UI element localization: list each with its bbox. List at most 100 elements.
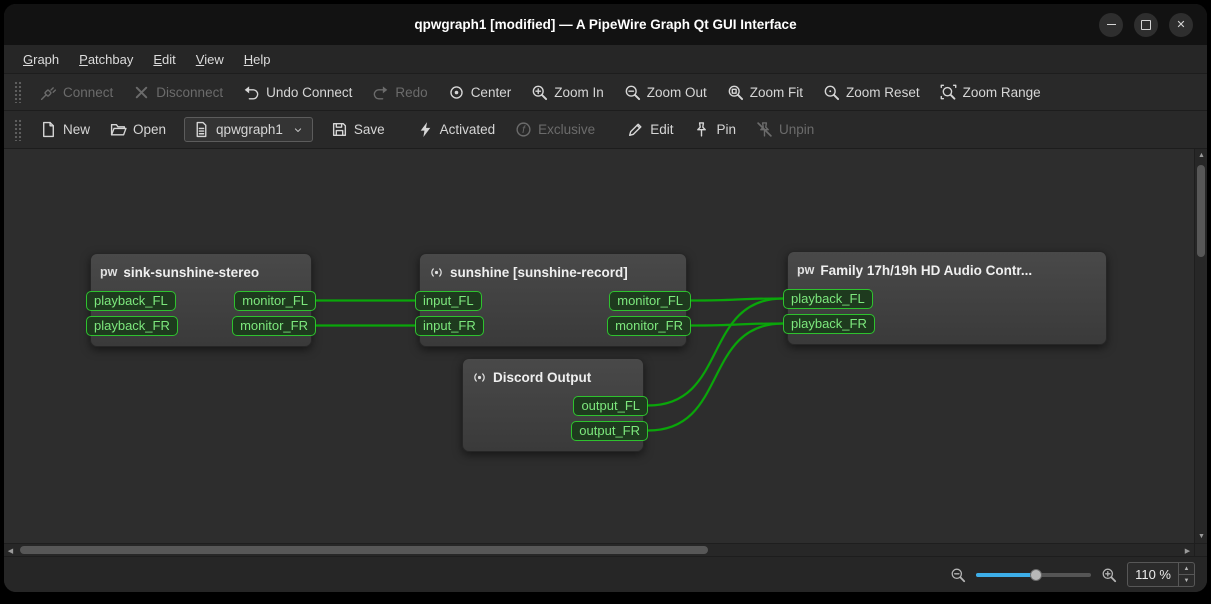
zoom-spinbox[interactable]: 110 % <box>1127 562 1195 587</box>
open-button[interactable]: Open <box>100 116 176 143</box>
scroll-left-icon[interactable] <box>4 544 17 556</box>
broadcast-icon <box>429 265 444 280</box>
horizontal-scrollbar-thumb[interactable] <box>20 546 708 554</box>
vertical-scrollbar[interactable] <box>1194 149 1207 543</box>
pipewire-icon: pw <box>797 264 814 277</box>
menu-help[interactable]: Help <box>235 48 280 71</box>
scroll-down-icon[interactable] <box>1195 530 1207 543</box>
patchbay-file-select[interactable]: qpwgraph1 <box>184 117 313 142</box>
port-sunshine-monitor_FR[interactable]: monitor_FR <box>607 316 691 336</box>
zoom-range-button[interactable]: Zoom Range <box>930 79 1051 106</box>
menu-view[interactable]: View <box>187 48 233 71</box>
port-family-playback_FL[interactable]: playback_FL <box>783 289 873 309</box>
port-sink-playback_FR[interactable]: playback_FR <box>86 316 178 336</box>
port-row: output_FL <box>463 395 643 416</box>
pin-button[interactable]: Pin <box>683 116 746 143</box>
unpin-button[interactable]: Unpin <box>746 116 824 143</box>
vertical-scrollbar-thumb[interactable] <box>1197 165 1205 257</box>
disconnect-button[interactable]: Disconnect <box>123 79 233 106</box>
save-icon <box>331 121 348 138</box>
exclusive-button[interactable]: Exclusive <box>505 116 605 143</box>
broadcast-icon <box>472 370 487 385</box>
maximize-button[interactable] <box>1134 13 1158 37</box>
zoom-decrement-button[interactable] <box>1179 575 1194 586</box>
scroll-up-icon[interactable] <box>1195 149 1207 162</box>
port-row: playback_FRmonitor_FR <box>91 315 311 336</box>
zoom-increment-button[interactable] <box>1179 563 1194 575</box>
zoom-out-label: Zoom Out <box>647 85 707 100</box>
port-row: playback_FLmonitor_FL <box>91 290 311 311</box>
port-sunshine-input_FR[interactable]: input_FR <box>415 316 484 336</box>
zoom-range-label: Zoom Range <box>963 85 1041 100</box>
port-sink-monitor_FR[interactable]: monitor_FR <box>232 316 316 336</box>
node-title-text: Discord Output <box>493 370 591 385</box>
undo-icon <box>243 84 260 101</box>
port-discord-output_FL[interactable]: output_FL <box>573 396 648 416</box>
zoom-out-icon[interactable] <box>950 567 966 583</box>
connect-icon <box>40 84 57 101</box>
zoom-in-icon[interactable] <box>1101 567 1117 583</box>
connect-button[interactable]: Connect <box>30 79 123 106</box>
node-sunshine[interactable]: sunshine [sunshine-record]input_FLmonito… <box>419 253 687 347</box>
scroll-right-icon[interactable] <box>1181 544 1194 556</box>
chevron-down-icon <box>292 124 304 136</box>
port-sink-monitor_FL[interactable]: monitor_FL <box>234 291 316 311</box>
zoom-out-button[interactable]: Zoom Out <box>614 79 717 106</box>
node-family[interactable]: pwFamily 17h/19h HD Audio Contr...playba… <box>787 251 1107 345</box>
zoom-fit-button[interactable]: Zoom Fit <box>717 79 813 106</box>
node-discord[interactable]: Discord Output output_FL output_FR <box>462 358 644 452</box>
new-button[interactable]: New <box>30 116 100 143</box>
unpin-icon <box>756 121 773 138</box>
titlebar: qpwgraph1 [modified] — A PipeWire Graph … <box>4 4 1207 45</box>
minimize-button[interactable] <box>1099 13 1123 37</box>
redo-icon <box>372 84 389 101</box>
graph-canvas-area: pwsink-sunshine-stereoplayback_FLmonitor… <box>4 149 1207 556</box>
activated-label: Activated <box>440 122 496 137</box>
menu-edit[interactable]: Edit <box>144 48 184 71</box>
port-sink-playback_FL[interactable]: playback_FL <box>86 291 176 311</box>
scrollbar-corner <box>1194 543 1207 556</box>
port-family-playback_FR[interactable]: playback_FR <box>783 314 875 334</box>
connection-sunshine-monitor_FL-to-family-playback_FL[interactable] <box>691 299 783 301</box>
center-icon <box>448 84 465 101</box>
toolbar-main-drag-handle[interactable] <box>14 81 22 103</box>
zoom-slider[interactable] <box>976 573 1091 577</box>
app-window: qpwgraph1 [modified] — A PipeWire Graph … <box>4 4 1207 592</box>
horizontal-scrollbar[interactable] <box>4 543 1194 556</box>
disconnect-icon <box>133 84 150 101</box>
zoom-slider-handle[interactable] <box>1030 569 1042 581</box>
port-discord-output_FR[interactable]: output_FR <box>571 421 648 441</box>
menu-graph[interactable]: Graph <box>14 48 68 71</box>
activated-button[interactable]: Activated <box>407 116 506 143</box>
toolbar-main: ConnectDisconnectUndo ConnectRedoCenterZ… <box>4 74 1207 111</box>
port-sunshine-input_FL[interactable]: input_FL <box>415 291 482 311</box>
close-button[interactable] <box>1169 13 1193 37</box>
save-button[interactable]: Save <box>321 116 395 143</box>
center-button[interactable]: Center <box>438 79 522 106</box>
connect-label: Connect <box>63 85 113 100</box>
disconnect-label: Disconnect <box>156 85 223 100</box>
ports: playback_FLplayback_FR <box>788 286 1106 344</box>
port-row: playback_FL <box>788 288 1106 309</box>
undo-connect-button[interactable]: Undo Connect <box>233 79 362 106</box>
node-title-text: sink-sunshine-stereo <box>123 265 259 280</box>
edit-button[interactable]: Edit <box>617 116 683 143</box>
menu-patchbay[interactable]: Patchbay <box>70 48 142 71</box>
zoom-in-button[interactable]: Zoom In <box>521 79 614 106</box>
open-icon <box>110 121 127 138</box>
graph-canvas[interactable]: pwsink-sunshine-stereoplayback_FLmonitor… <box>4 149 1207 556</box>
zoom-reset-label: Zoom Reset <box>846 85 920 100</box>
open-label: Open <box>133 122 166 137</box>
connections-layer <box>4 149 1207 556</box>
connection-sunshine-monitor_FR-to-family-playback_FR[interactable] <box>691 324 783 326</box>
toolbar-patchbay-drag-handle[interactable] <box>14 119 22 141</box>
ports: input_FLmonitor_FLinput_FRmonitor_FR <box>420 288 686 346</box>
unpin-label: Unpin <box>779 122 814 137</box>
zoom-reset-button[interactable]: Zoom Reset <box>813 79 930 106</box>
redo-button[interactable]: Redo <box>362 79 437 106</box>
port-row: output_FR <box>463 420 643 441</box>
node-sink[interactable]: pwsink-sunshine-stereoplayback_FLmonitor… <box>90 253 312 347</box>
port-sunshine-monitor_FL[interactable]: monitor_FL <box>609 291 691 311</box>
redo-label: Redo <box>395 85 427 100</box>
ports: output_FL output_FR <box>463 393 643 451</box>
